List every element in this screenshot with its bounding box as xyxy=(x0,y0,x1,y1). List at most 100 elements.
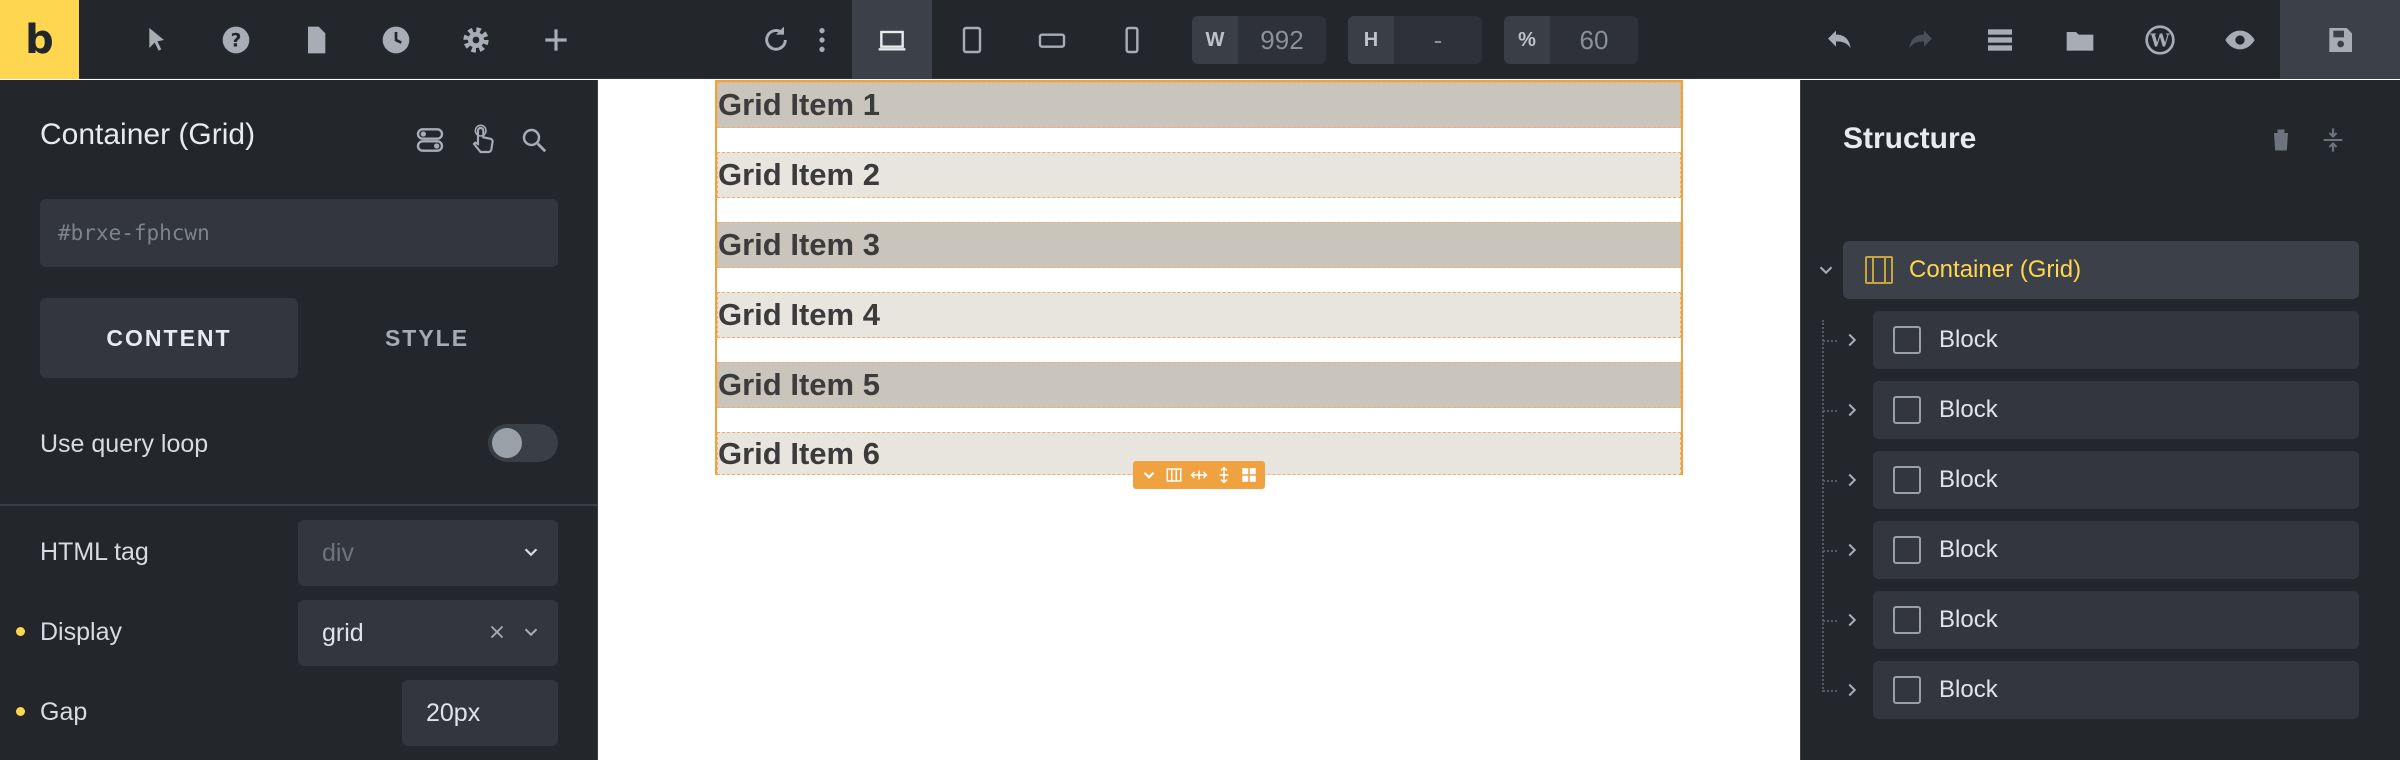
toggle-knob xyxy=(492,428,522,458)
scale-value: 60 xyxy=(1579,24,1609,55)
grid-layout-icon[interactable] xyxy=(1240,466,1258,484)
height-value: - xyxy=(1433,24,1443,55)
element-action-toolbar xyxy=(1133,461,1265,489)
grid-item[interactable]: Grid Item 1 xyxy=(717,82,1681,128)
cursor-icon[interactable] xyxy=(116,0,196,79)
more-vertical-icon[interactable] xyxy=(804,0,840,79)
search-icon[interactable] xyxy=(516,122,552,158)
structure-item-block[interactable]: Block xyxy=(1873,521,2359,579)
block-icon xyxy=(1893,466,1921,494)
structure-item-label: Container (Grid) xyxy=(1909,256,2082,283)
grid-item[interactable]: Grid Item 4 xyxy=(717,292,1681,338)
display-label: Display xyxy=(40,618,122,646)
section-divider xyxy=(0,504,598,506)
element-settings-panel: Container (Grid) CONTENT STYLE Use query… xyxy=(0,80,598,760)
interactions-hand-icon[interactable] xyxy=(464,122,500,158)
container-icon xyxy=(1865,256,1893,284)
folder-icon[interactable] xyxy=(2040,0,2120,79)
structure-item-block[interactable]: Block xyxy=(1873,381,2359,439)
chevron-right-icon[interactable] xyxy=(1841,539,1863,561)
top-toolbar: b ? W 992 H - % 60 W xyxy=(0,0,2400,79)
block-icon xyxy=(1893,606,1921,634)
html-tag-select[interactable]: div xyxy=(298,520,558,586)
html-tag-label: HTML tag xyxy=(40,538,149,566)
grid-item[interactable]: Grid Item 2 xyxy=(717,152,1681,198)
history-icon[interactable] xyxy=(356,0,436,79)
chevron-down-icon xyxy=(524,548,538,557)
query-loop-label: Use query loop xyxy=(40,430,209,458)
element-id-input[interactable] xyxy=(40,199,558,267)
chevron-right-icon[interactable] xyxy=(1841,609,1863,631)
collapse-expand-icon[interactable] xyxy=(2315,122,2351,158)
chevron-right-icon[interactable] xyxy=(1841,329,1863,351)
block-icon xyxy=(1893,396,1921,424)
structure-item-label: Block xyxy=(1939,676,1998,703)
tree-branch xyxy=(1823,410,1837,412)
chevron-down-icon xyxy=(524,628,538,637)
tree-branch xyxy=(1823,690,1837,692)
structure-item-block[interactable]: Block xyxy=(1873,661,2359,719)
chevron-down-icon[interactable] xyxy=(1815,259,1837,281)
width-field[interactable]: W 992 xyxy=(1192,16,1326,64)
tree-branch xyxy=(1823,480,1837,482)
html-tag-value: div xyxy=(322,538,354,567)
help-icon[interactable]: ? xyxy=(196,0,276,79)
tablet-portrait-icon[interactable] xyxy=(932,0,1012,79)
grid-item[interactable]: Grid Item 3 xyxy=(717,222,1681,268)
chevron-right-icon[interactable] xyxy=(1841,679,1863,701)
desktop-breakpoint-icon[interactable] xyxy=(852,0,932,79)
structure-item-label: Block xyxy=(1939,606,1998,633)
structure-item-label: Block xyxy=(1939,326,1998,353)
preview-eye-icon[interactable] xyxy=(2200,0,2280,79)
modified-indicator-dot xyxy=(16,707,25,716)
undo-icon[interactable] xyxy=(1800,0,1880,79)
settings-gear-icon[interactable] xyxy=(436,0,516,79)
structure-item-label: Block xyxy=(1939,466,1998,493)
structure-item-label: Block xyxy=(1939,536,1998,563)
grid-item[interactable]: Grid Item 5 xyxy=(717,362,1681,408)
trash-icon[interactable] xyxy=(2263,122,2299,158)
mobile-portrait-icon[interactable] xyxy=(1092,0,1172,79)
chevron-down-icon[interactable] xyxy=(1140,466,1158,484)
add-icon[interactable] xyxy=(516,0,596,79)
gap-label: Gap xyxy=(40,698,88,726)
conditions-toggle-icon[interactable] xyxy=(412,122,448,158)
width-label: W xyxy=(1192,16,1238,64)
tab-style[interactable]: STYLE xyxy=(298,298,556,378)
wordpress-icon[interactable]: W xyxy=(2120,0,2200,79)
bricks-logo[interactable]: b xyxy=(0,0,79,79)
structure-item-container-grid[interactable]: Container (Grid) xyxy=(1843,241,2359,299)
structure-panel: Structure Container (Grid) Block Block B… xyxy=(1800,80,2400,760)
structure-title: Structure xyxy=(1843,122,1977,155)
tree-branch xyxy=(1823,340,1837,342)
panel-title: Container (Grid) xyxy=(40,118,256,151)
redo-icon[interactable] xyxy=(1880,0,1960,79)
mobile-landscape-icon[interactable] xyxy=(1012,0,1092,79)
height-field[interactable]: H - xyxy=(1348,16,1482,64)
builder-canvas[interactable]: Grid Item 1 Grid Item 2 Grid Item 3 Grid… xyxy=(599,80,1799,760)
tree-branch xyxy=(1823,620,1837,622)
save-icon[interactable] xyxy=(2280,0,2400,79)
display-select[interactable]: grid xyxy=(298,600,558,666)
horizontal-resize-icon[interactable] xyxy=(1190,466,1208,484)
modified-indicator-dot xyxy=(16,627,25,636)
structure-item-block[interactable]: Block xyxy=(1873,591,2359,649)
scale-field[interactable]: % 60 xyxy=(1504,16,1638,64)
block-icon xyxy=(1893,676,1921,704)
tab-content[interactable]: CONTENT xyxy=(40,298,298,378)
chevron-right-icon[interactable] xyxy=(1841,469,1863,491)
grid-container-selected[interactable]: Grid Item 1 Grid Item 2 Grid Item 3 Grid… xyxy=(715,80,1683,475)
clear-icon[interactable] xyxy=(486,621,508,643)
structure-item-block[interactable]: Block xyxy=(1873,311,2359,369)
gap-input[interactable]: 20px xyxy=(402,680,558,746)
chevron-right-icon[interactable] xyxy=(1841,399,1863,421)
vertical-resize-icon[interactable] xyxy=(1215,466,1233,484)
columns-icon[interactable] xyxy=(1165,466,1183,484)
svg-text:W: W xyxy=(2149,31,2170,51)
structure-item-block[interactable]: Block xyxy=(1873,451,2359,509)
tree-branch xyxy=(1823,550,1837,552)
height-label: H xyxy=(1348,16,1394,64)
layers-icon[interactable] xyxy=(1960,0,2040,79)
page-icon[interactable] xyxy=(276,0,356,79)
query-loop-toggle[interactable] xyxy=(488,424,558,462)
